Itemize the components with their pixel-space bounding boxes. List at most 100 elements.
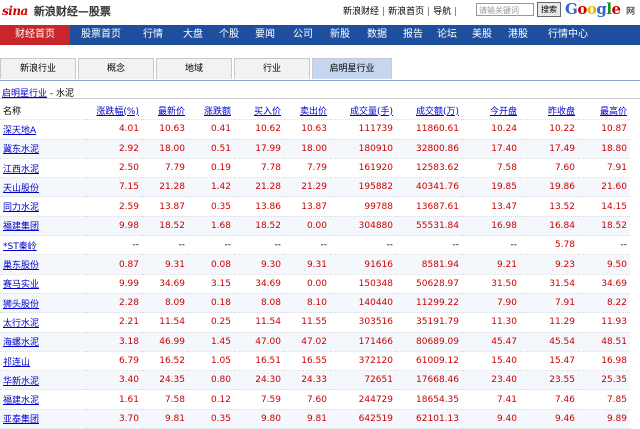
table-cell: 7.91: [578, 158, 630, 179]
column-header[interactable]: 成交额(万): [396, 101, 462, 121]
stock-name-link[interactable]: 巢东股份: [0, 254, 86, 275]
table-cell: 21.28: [142, 177, 188, 198]
table-cell: 10.63: [142, 119, 188, 140]
table-row[interactable]: 赛马实业 9.99 34.69 3.15 34.69 0.00 150348 50628.97…: [0, 274, 630, 294]
subnav-tab[interactable]: 行业: [234, 58, 310, 79]
table-cell: 244729: [330, 389, 396, 410]
table-cell: --: [284, 235, 330, 256]
table-cell: 9.46: [520, 409, 578, 429]
subnav-tab[interactable]: 新浪行业: [0, 58, 76, 79]
subnav-tab[interactable]: 启明星行业: [312, 58, 392, 79]
column-header[interactable]: 卖出价: [284, 101, 330, 121]
column-header[interactable]: 买入价: [234, 101, 284, 121]
nav-item[interactable]: 公司: [284, 25, 322, 45]
column-header[interactable]: 最新价: [142, 101, 188, 121]
table-cell: 140440: [330, 293, 396, 314]
link-sina-home[interactable]: 新浪首页: [388, 7, 424, 17]
table-row[interactable]: 亚泰集团 3.70 9.81 0.35 9.80 9.81 642519 62101.13 9.…: [0, 409, 630, 429]
nav-item[interactable]: 股票首页: [70, 25, 132, 45]
table-row[interactable]: 同力水泥 2.59 13.87 0.35 13.86 13.87 99788 13687.61…: [0, 196, 630, 217]
stock-name-link[interactable]: 海螺水泥: [0, 332, 86, 352]
nav-item[interactable]: 行情中心: [536, 25, 600, 45]
nav-item[interactable]: 论坛: [430, 25, 464, 45]
table-cell: 9.98: [86, 216, 142, 237]
table-cell: 18.00: [142, 139, 188, 159]
table-cell: 0.35: [188, 196, 234, 217]
table-row[interactable]: 深天地A 4.01 10.63 0.41 10.62 10.63 111739 11860.6…: [0, 119, 630, 140]
table-cell: 45.54: [520, 332, 578, 352]
table-cell: 9.21: [462, 254, 520, 275]
google-logo[interactable]: Google: [565, 0, 621, 18]
stock-name-link[interactable]: 福建集团: [0, 216, 86, 237]
table-row[interactable]: 海螺水泥 3.18 46.99 1.45 47.00 47.02 171466 80689.0…: [0, 332, 630, 352]
nav-item[interactable]: 报告: [396, 25, 430, 45]
logo-text: sina: [2, 4, 28, 18]
nav-item[interactable]: 新股: [322, 25, 358, 45]
column-header[interactable]: 最高价: [578, 101, 630, 121]
table-cell: 0.19: [188, 158, 234, 179]
nav-item[interactable]: 大盘: [174, 25, 212, 45]
stock-name-link[interactable]: 赛马实业: [0, 274, 86, 294]
subnav-tab[interactable]: 概念: [78, 58, 154, 79]
table-cell: 31.54: [520, 274, 578, 294]
search-button[interactable]: 搜索: [537, 2, 561, 17]
table-cell: 18.80: [578, 139, 630, 159]
stock-name-link[interactable]: 深天地A: [0, 119, 86, 140]
table-row[interactable]: 福建水泥 1.61 7.58 0.12 7.59 7.60 244729 18654.35 7.…: [0, 389, 630, 410]
table-cell: 45.47: [462, 332, 520, 352]
nav-item[interactable]: 财经首页: [0, 25, 70, 45]
subnav-tab[interactable]: 地域: [156, 58, 232, 79]
nav-item[interactable]: 港股: [500, 25, 536, 45]
table-row[interactable]: 江西水泥 2.50 7.79 0.19 7.78 7.79 161920 12583.62 7.…: [0, 158, 630, 179]
table-cell: 171466: [330, 332, 396, 352]
table-row[interactable]: 太行水泥 2.21 11.54 0.25 11.54 11.55 303516 35191.7…: [0, 312, 630, 333]
stock-name-link[interactable]: 天山股份: [0, 177, 86, 198]
table-cell: 13.52: [520, 196, 578, 217]
table-cell: 34.69: [234, 274, 284, 294]
table-row[interactable]: *ST秦岭 -- -- -- -- -- -- -- -- 5.78 --: [0, 235, 630, 256]
table-cell: --: [234, 235, 284, 256]
table-cell: 17668.46: [396, 370, 462, 391]
table-row[interactable]: 狮头股份 2.28 8.09 0.18 8.08 8.10 140440 11299.22 7.…: [0, 293, 630, 314]
table-cell: 32800.86: [396, 139, 462, 159]
table-cell: 11860.61: [396, 119, 462, 140]
column-header[interactable]: 涨跌幅(%): [86, 101, 142, 121]
stock-name-link[interactable]: 福建水泥: [0, 389, 86, 410]
table-cell: 7.60: [520, 158, 578, 179]
stock-name-link[interactable]: 狮头股份: [0, 293, 86, 314]
link-sina-finance[interactable]: 新浪财经: [343, 7, 379, 17]
nav-item[interactable]: 美股: [464, 25, 500, 45]
table-row[interactable]: 天山股份 7.15 21.28 1.42 21.28 21.29 195882 40341.7…: [0, 177, 630, 198]
nav-item[interactable]: 个股: [212, 25, 246, 45]
table-cell: 0.80: [188, 370, 234, 391]
table-cell: 372120: [330, 351, 396, 372]
column-header[interactable]: 今开盘: [462, 101, 520, 121]
link-nav[interactable]: 导航: [433, 7, 451, 17]
sina-logo[interactable]: sina 新浪财经—股票: [2, 3, 111, 19]
column-header[interactable]: 涨跌额: [188, 101, 234, 121]
table-row[interactable]: 祁连山 6.79 16.52 1.05 16.51 16.55 372120 61009.12…: [0, 351, 630, 372]
table-cell: 35191.79: [396, 312, 462, 333]
search-input[interactable]: 请输关键词: [476, 3, 534, 16]
stock-name-link[interactable]: 华新水泥: [0, 370, 86, 391]
table-row[interactable]: 巢东股份 0.87 9.31 0.08 9.30 9.31 91616 8581.94 9.21…: [0, 254, 630, 275]
table-cell: 40341.76: [396, 177, 462, 198]
stock-name-link[interactable]: 江西水泥: [0, 158, 86, 179]
column-header[interactable]: 成交量(手): [330, 101, 396, 121]
table-row[interactable]: 冀东水泥 2.92 18.00 0.51 17.99 18.00 180910 32800.8…: [0, 139, 630, 159]
nav-item[interactable]: 数据: [358, 25, 396, 45]
nav-item[interactable]: 要闻: [246, 25, 284, 45]
stock-name-link[interactable]: 亚泰集团: [0, 409, 86, 429]
stock-name-link[interactable]: 太行水泥: [0, 312, 86, 333]
column-header[interactable]: 昨收盘: [520, 101, 578, 121]
stock-name-link[interactable]: 祁连山: [0, 351, 86, 372]
stock-name-link[interactable]: 冀东水泥: [0, 139, 86, 159]
top-right-text[interactable]: 网: [626, 4, 635, 17]
table-cell: 16.84: [520, 216, 578, 237]
nav-item[interactable]: 行情: [132, 25, 174, 45]
table-cell: 80689.09: [396, 332, 462, 352]
table-row[interactable]: 华新水泥 3.40 24.35 0.80 24.30 24.33 72651 17668.46…: [0, 370, 630, 391]
stock-name-link[interactable]: *ST秦岭: [0, 235, 86, 256]
stock-name-link[interactable]: 同力水泥: [0, 196, 86, 217]
table-row[interactable]: 福建集团 9.98 18.52 1.68 18.52 0.00 304880 55531.84…: [0, 216, 630, 237]
